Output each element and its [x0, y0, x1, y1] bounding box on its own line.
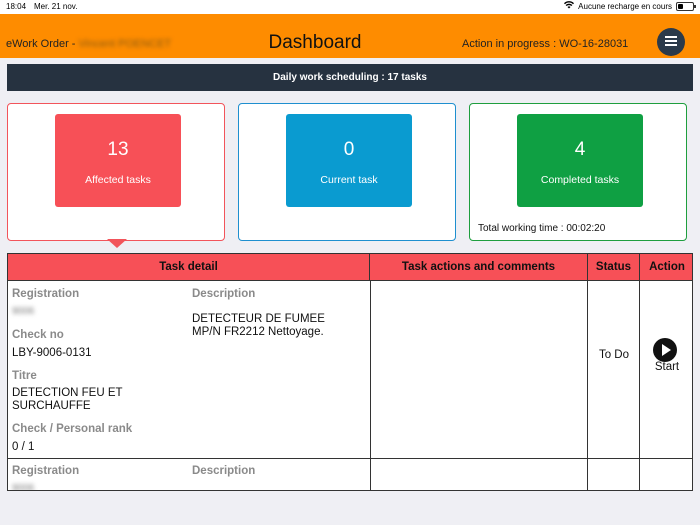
header-task-detail: Task detail — [8, 254, 370, 281]
affected-tasks-label: Affected tasks — [85, 174, 151, 186]
status-date: Mer. 21 nov. — [34, 2, 78, 11]
completed-tasks-label: Completed tasks — [540, 174, 620, 186]
total-working-time: Total working time : 00:02:20 — [478, 223, 606, 234]
start-button-label[interactable]: Start — [640, 361, 692, 373]
status-time: 18:04 — [6, 2, 27, 11]
column-divider — [370, 281, 371, 490]
hamburger-menu-icon — [665, 33, 677, 51]
registration-label: Registration — [12, 465, 80, 477]
completed-tasks-tile[interactable]: 4 Completed tasks — [517, 114, 643, 207]
description-label: Description — [192, 465, 256, 477]
current-task-card[interactable]: 0 Current task — [238, 103, 456, 241]
column-divider — [639, 281, 640, 490]
title-line-2: SURCHAUFFE — [12, 400, 91, 412]
completed-tasks-card[interactable]: 4 Completed tasks Total working time : 0… — [469, 103, 687, 241]
check-no-value: LBY-9006-0131 — [12, 347, 92, 359]
status-bar: 18:04 Mer. 21 nov. Aucune recharge en co… — [0, 0, 700, 14]
status-right: Aucune recharge en cours — [564, 1, 696, 11]
current-task-label: Current task — [320, 174, 378, 186]
play-icon[interactable] — [653, 338, 677, 362]
rank-label: Check / Personal rank — [12, 423, 133, 435]
status-value: To Do — [598, 349, 630, 361]
schedule-banner: Daily work scheduling : 17 tasks — [7, 64, 693, 91]
header-status: Status — [588, 254, 640, 281]
menu-button[interactable] — [657, 28, 685, 56]
registration-value: 9006 — [12, 306, 35, 317]
affected-tasks-card[interactable]: 13 Affected tasks — [7, 103, 225, 241]
header-action: Action — [649, 261, 685, 273]
description-line-2: MP/N FR2212 Nettoyage. — [192, 326, 324, 338]
table-header: Task detail Task actions and comments St… — [8, 254, 692, 281]
rank-value: 0 / 1 — [12, 441, 35, 453]
description-label: Description — [192, 288, 256, 300]
header-task-actions: Task actions and comments — [370, 254, 588, 281]
row-divider — [8, 458, 692, 459]
app-header: eWork Order - Vincent POENCET Dashboard … — [0, 14, 700, 58]
current-task-count: 0 — [343, 139, 355, 160]
description-line-1: DETECTEUR DE FUMEE — [192, 313, 325, 325]
registration-value: 9006 — [12, 483, 35, 491]
completed-tasks-count: 4 — [574, 139, 586, 160]
title-label: Titre — [12, 370, 37, 382]
task-table: Task detail Task actions and comments St… — [7, 253, 693, 491]
selected-card-pointer — [107, 239, 127, 248]
title-line-1: DETECTION FEU ET — [12, 387, 123, 399]
current-task-tile[interactable]: 0 Current task — [286, 114, 412, 207]
column-divider — [587, 281, 588, 490]
affected-tasks-count: 13 — [107, 139, 129, 160]
registration-label: Registration — [12, 288, 80, 300]
action-in-progress: Action in progress : WO-16-28031 — [462, 38, 629, 50]
check-no-label: Check no — [12, 329, 64, 341]
affected-tasks-tile[interactable]: 13 Affected tasks — [55, 114, 181, 207]
wifi-icon — [564, 1, 575, 11]
charging-status: Aucune recharge en cours — [578, 1, 672, 11]
battery-icon — [676, 1, 696, 11]
